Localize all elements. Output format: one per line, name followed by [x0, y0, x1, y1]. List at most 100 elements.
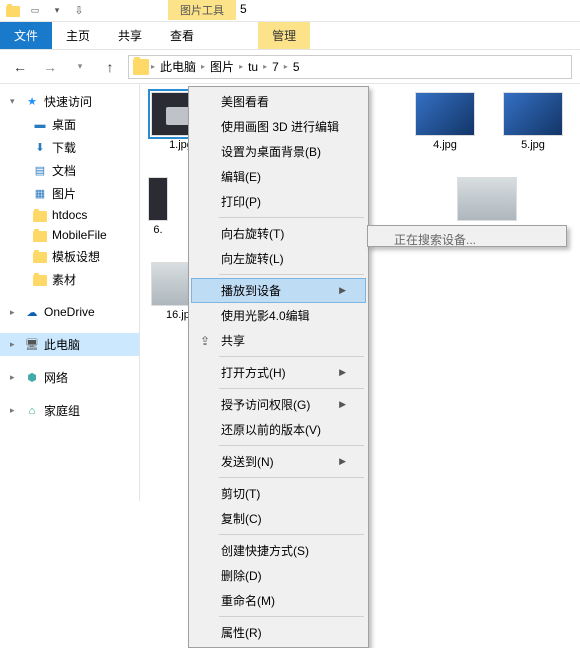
sidebar-documents[interactable]: ▤文档 — [0, 159, 139, 182]
file-thumb[interactable]: 4.jpg — [412, 92, 478, 151]
menu-cut[interactable]: 剪切(T) — [191, 481, 366, 506]
menu-share[interactable]: ⇪ 共享 — [191, 328, 366, 353]
sidebar-pictures[interactable]: ▦图片 — [0, 182, 139, 205]
sidebar-mobilefile[interactable]: MobileFile — [0, 225, 139, 245]
sidebar-quick-access[interactable]: ▾★快速访问 — [0, 90, 139, 113]
chevron-right-icon[interactable]: ▸ — [239, 62, 243, 71]
menu-separator — [219, 616, 364, 617]
menu-label: 属性(R) — [221, 624, 262, 641]
menu-label: 使用光影4.0编辑 — [221, 307, 310, 324]
sidebar-this-pc[interactable]: ▸🖥此电脑 — [0, 333, 139, 356]
sidebar-label: 模板设想 — [52, 248, 100, 265]
menu-separator — [219, 356, 364, 357]
menu-restore-previous[interactable]: 还原以前的版本(V) — [191, 417, 366, 442]
sidebar-label: htdocs — [52, 208, 87, 222]
menu-cast-to-device[interactable]: 播放到设备▶ — [191, 278, 366, 303]
qat-dropdown-icon[interactable]: ▾ — [48, 2, 66, 20]
menu-meitu-view[interactable]: 美图看看 — [191, 89, 366, 114]
menu-label: 删除(D) — [221, 567, 262, 584]
breadcrumb-part[interactable]: 此电脑 — [157, 58, 199, 75]
breadcrumb-part[interactable]: 7 — [269, 60, 282, 74]
menu-label: 打开方式(H) — [221, 364, 286, 381]
sidebar-label: 素材 — [52, 271, 76, 288]
sidebar-desktop[interactable]: ▬桌面 — [0, 113, 139, 136]
cast-submenu: 正在搜索设备... — [367, 225, 567, 247]
breadcrumb[interactable]: ▸ 此电脑 ▸ 图片 ▸ tu ▸ 7 ▸ 5 — [128, 55, 572, 79]
menu-delete[interactable]: 删除(D) — [191, 563, 366, 588]
nav-recent-dropdown[interactable]: ▾ — [68, 55, 92, 79]
qat-overflow-icon[interactable]: ⇩ — [70, 2, 88, 20]
menu-label: 授予访问权限(G) — [221, 396, 310, 413]
menu-grant-access[interactable]: 授予访问权限(G) ▶ — [191, 392, 366, 417]
file-thumb[interactable]: 6. — [148, 177, 168, 236]
sidebar-label: 快速访问 — [44, 93, 92, 110]
menu-rename[interactable]: 重命名(M) — [191, 588, 366, 613]
menu-rotate-right[interactable]: 向右旋转(T) — [191, 221, 366, 246]
menu-print[interactable]: 打印(P) — [191, 189, 366, 214]
menu-label: 创建快捷方式(S) — [221, 542, 309, 559]
menu-label: 共享 — [221, 332, 245, 349]
submenu-searching: 正在搜索设备... — [370, 228, 564, 251]
sidebar-label: 此电脑 — [44, 336, 80, 353]
menu-label: 向左旋转(L) — [221, 250, 284, 267]
sidebar-htdocs[interactable]: htdocs — [0, 205, 139, 225]
chevron-right-icon[interactable]: ▸ — [284, 62, 288, 71]
chevron-right-icon[interactable]: ▸ — [263, 62, 267, 71]
sidebar-label: 桌面 — [52, 116, 76, 133]
sidebar-label: 图片 — [52, 185, 76, 202]
menu-label: 还原以前的版本(V) — [221, 421, 321, 438]
sidebar-onedrive[interactable]: ▸☁OneDrive — [0, 301, 139, 323]
menu-set-wallpaper[interactable]: 设置为桌面背景(B) — [191, 139, 366, 164]
sidebar-label: 家庭组 — [44, 402, 80, 419]
menu-open-with[interactable]: 打开方式(H) ▶ — [191, 360, 366, 385]
menu-label: 使用画图 3D 进行编辑 — [221, 118, 339, 135]
context-menu: 美图看看 使用画图 3D 进行编辑 设置为桌面背景(B) 编辑(E) 打印(P)… — [188, 86, 369, 648]
tab-home[interactable]: 主页 — [52, 22, 104, 49]
menu-label: 打印(P) — [221, 193, 261, 210]
navigation-pane: ▾★快速访问 ▬桌面 ⬇下载 ▤文档 ▦图片 htdocs MobileFile… — [0, 84, 140, 501]
contextual-tab-label: 图片工具 — [168, 0, 236, 20]
tab-manage[interactable]: 管理 — [258, 22, 310, 49]
submenu-arrow-icon: ▶ — [339, 367, 346, 378]
sidebar-label: 网络 — [44, 369, 68, 386]
breadcrumb-part[interactable]: 图片 — [207, 58, 237, 75]
menu-rotate-left[interactable]: 向左旋转(L) — [191, 246, 366, 271]
sidebar-homegroup[interactable]: ▸⌂家庭组 — [0, 399, 139, 422]
submenu-arrow-icon: ▶ — [339, 456, 346, 467]
tab-file[interactable]: 文件 — [0, 22, 52, 49]
submenu-arrow-icon: ▶ — [339, 285, 346, 296]
qat-properties-icon[interactable]: ▭ — [26, 2, 44, 20]
sidebar-network[interactable]: ▸⬢网络 — [0, 366, 139, 389]
chevron-right-icon[interactable]: ▸ — [151, 62, 155, 71]
menu-label: 编辑(E) — [221, 168, 261, 185]
breadcrumb-part[interactable]: 5 — [290, 60, 303, 74]
file-thumb[interactable]: 5.jpg — [500, 92, 566, 151]
menu-send-to[interactable]: 发送到(N) ▶ — [191, 449, 366, 474]
menu-separator — [219, 534, 364, 535]
sidebar-label: 文档 — [52, 162, 76, 179]
nav-up-button[interactable]: ↑ — [98, 55, 122, 79]
sidebar-downloads[interactable]: ⬇下载 — [0, 136, 139, 159]
menu-create-shortcut[interactable]: 创建快捷方式(S) — [191, 538, 366, 563]
menu-paint3d-edit[interactable]: 使用画图 3D 进行编辑 — [191, 114, 366, 139]
sidebar-label: 下载 — [52, 139, 76, 156]
menu-edit[interactable]: 编辑(E) — [191, 164, 366, 189]
window-title: 5 — [240, 2, 247, 16]
sidebar-template[interactable]: 模板设想 — [0, 245, 139, 268]
chevron-right-icon[interactable]: ▸ — [201, 62, 205, 71]
breadcrumb-part[interactable]: tu — [245, 60, 261, 74]
menu-copy[interactable]: 复制(C) — [191, 506, 366, 531]
submenu-arrow-icon: ▶ — [339, 399, 346, 410]
tab-share[interactable]: 共享 — [104, 22, 156, 49]
menu-label: 美图看看 — [221, 93, 269, 110]
menu-label: 向右旋转(T) — [221, 225, 284, 242]
nav-back-button[interactable]: ← — [8, 55, 32, 79]
sidebar-label: OneDrive — [44, 305, 95, 319]
share-icon: ⇪ — [197, 334, 213, 348]
menu-properties[interactable]: 属性(R) — [191, 620, 366, 645]
menu-lightshadow-edit[interactable]: 使用光影4.0编辑 — [191, 303, 366, 328]
menu-label: 发送到(N) — [221, 453, 274, 470]
sidebar-material[interactable]: 素材 — [0, 268, 139, 291]
menu-separator — [219, 477, 364, 478]
tab-view[interactable]: 查看 — [156, 22, 208, 49]
